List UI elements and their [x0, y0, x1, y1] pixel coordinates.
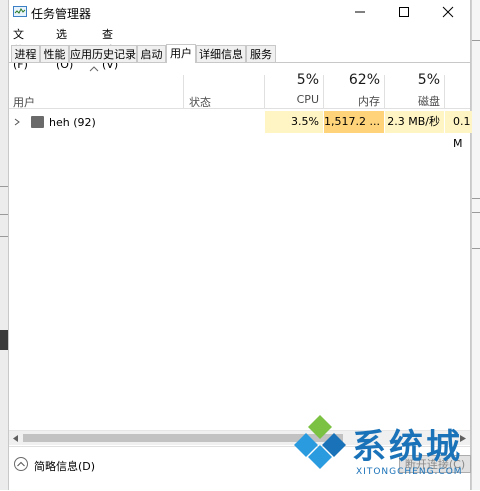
sort-ascending-icon[interactable]	[89, 65, 99, 73]
fewer-details-button[interactable]	[14, 457, 28, 471]
disk-label: 磁盘	[418, 95, 440, 108]
user-icon	[31, 116, 44, 128]
tab-users[interactable]: 用户	[166, 44, 196, 63]
memory-percent: 62%	[348, 72, 380, 88]
tab-details[interactable]: 详细信息	[196, 45, 246, 62]
tab-strip: 进程 性能 应用历史记录 启动 用户 详细信息 服务	[11, 44, 470, 63]
tab-services[interactable]: 服务	[246, 45, 276, 62]
column-status[interactable]: 状态	[189, 94, 211, 110]
close-icon	[442, 6, 454, 18]
cpu-cell: 3.5%	[265, 111, 323, 133]
column-divider	[444, 75, 445, 108]
memory-label: 内存	[358, 95, 380, 108]
close-button[interactable]	[426, 0, 470, 24]
watermark-subtext: XITONGCHENG.COM	[356, 467, 463, 477]
minimize-icon	[355, 11, 365, 13]
cpu-percent: 5%	[296, 72, 319, 88]
tab-startup[interactable]: 启动	[137, 45, 166, 62]
watermark-logo-icon	[294, 415, 346, 469]
scroll-left-icon[interactable]	[13, 435, 19, 442]
chevron-right-icon[interactable]	[14, 118, 20, 126]
disk-cell: 2.3 MB/秒	[385, 111, 444, 133]
title-bar[interactable]: 任务管理器	[9, 0, 470, 24]
tab-app-history[interactable]: 应用历史记录	[69, 45, 137, 62]
fewer-details-link[interactable]: 简略信息(D)	[34, 458, 95, 474]
chevron-up-icon	[17, 461, 25, 467]
table-row[interactable]: heh (92) 3.5% 1,517.2 ... 2.3 MB/秒 0.1 M	[9, 111, 472, 150]
cpu-label: CPU	[296, 93, 319, 106]
memory-cell: 1,517.2 ...	[324, 111, 384, 133]
minimize-button[interactable]	[338, 0, 382, 24]
tab-processes[interactable]: 进程	[11, 45, 40, 62]
disk-percent: 5%	[417, 72, 440, 88]
column-user[interactable]: 用户	[13, 94, 35, 110]
maximize-button[interactable]	[382, 0, 426, 24]
maximize-icon	[399, 7, 409, 17]
column-header: 用户 状态 5% CPU 62% 内存 5% 磁盘	[9, 63, 470, 109]
task-manager-icon	[13, 6, 27, 17]
window-title: 任务管理器	[31, 7, 92, 21]
site-watermark: 系统城 XITONGCHENG.COM	[290, 415, 480, 490]
user-name: heh (92)	[49, 116, 96, 129]
column-divider	[183, 75, 184, 108]
watermark-text: 系统城	[352, 427, 463, 467]
tab-performance[interactable]: 性能	[40, 45, 69, 62]
network-cell: 0.1 M	[445, 111, 472, 150]
